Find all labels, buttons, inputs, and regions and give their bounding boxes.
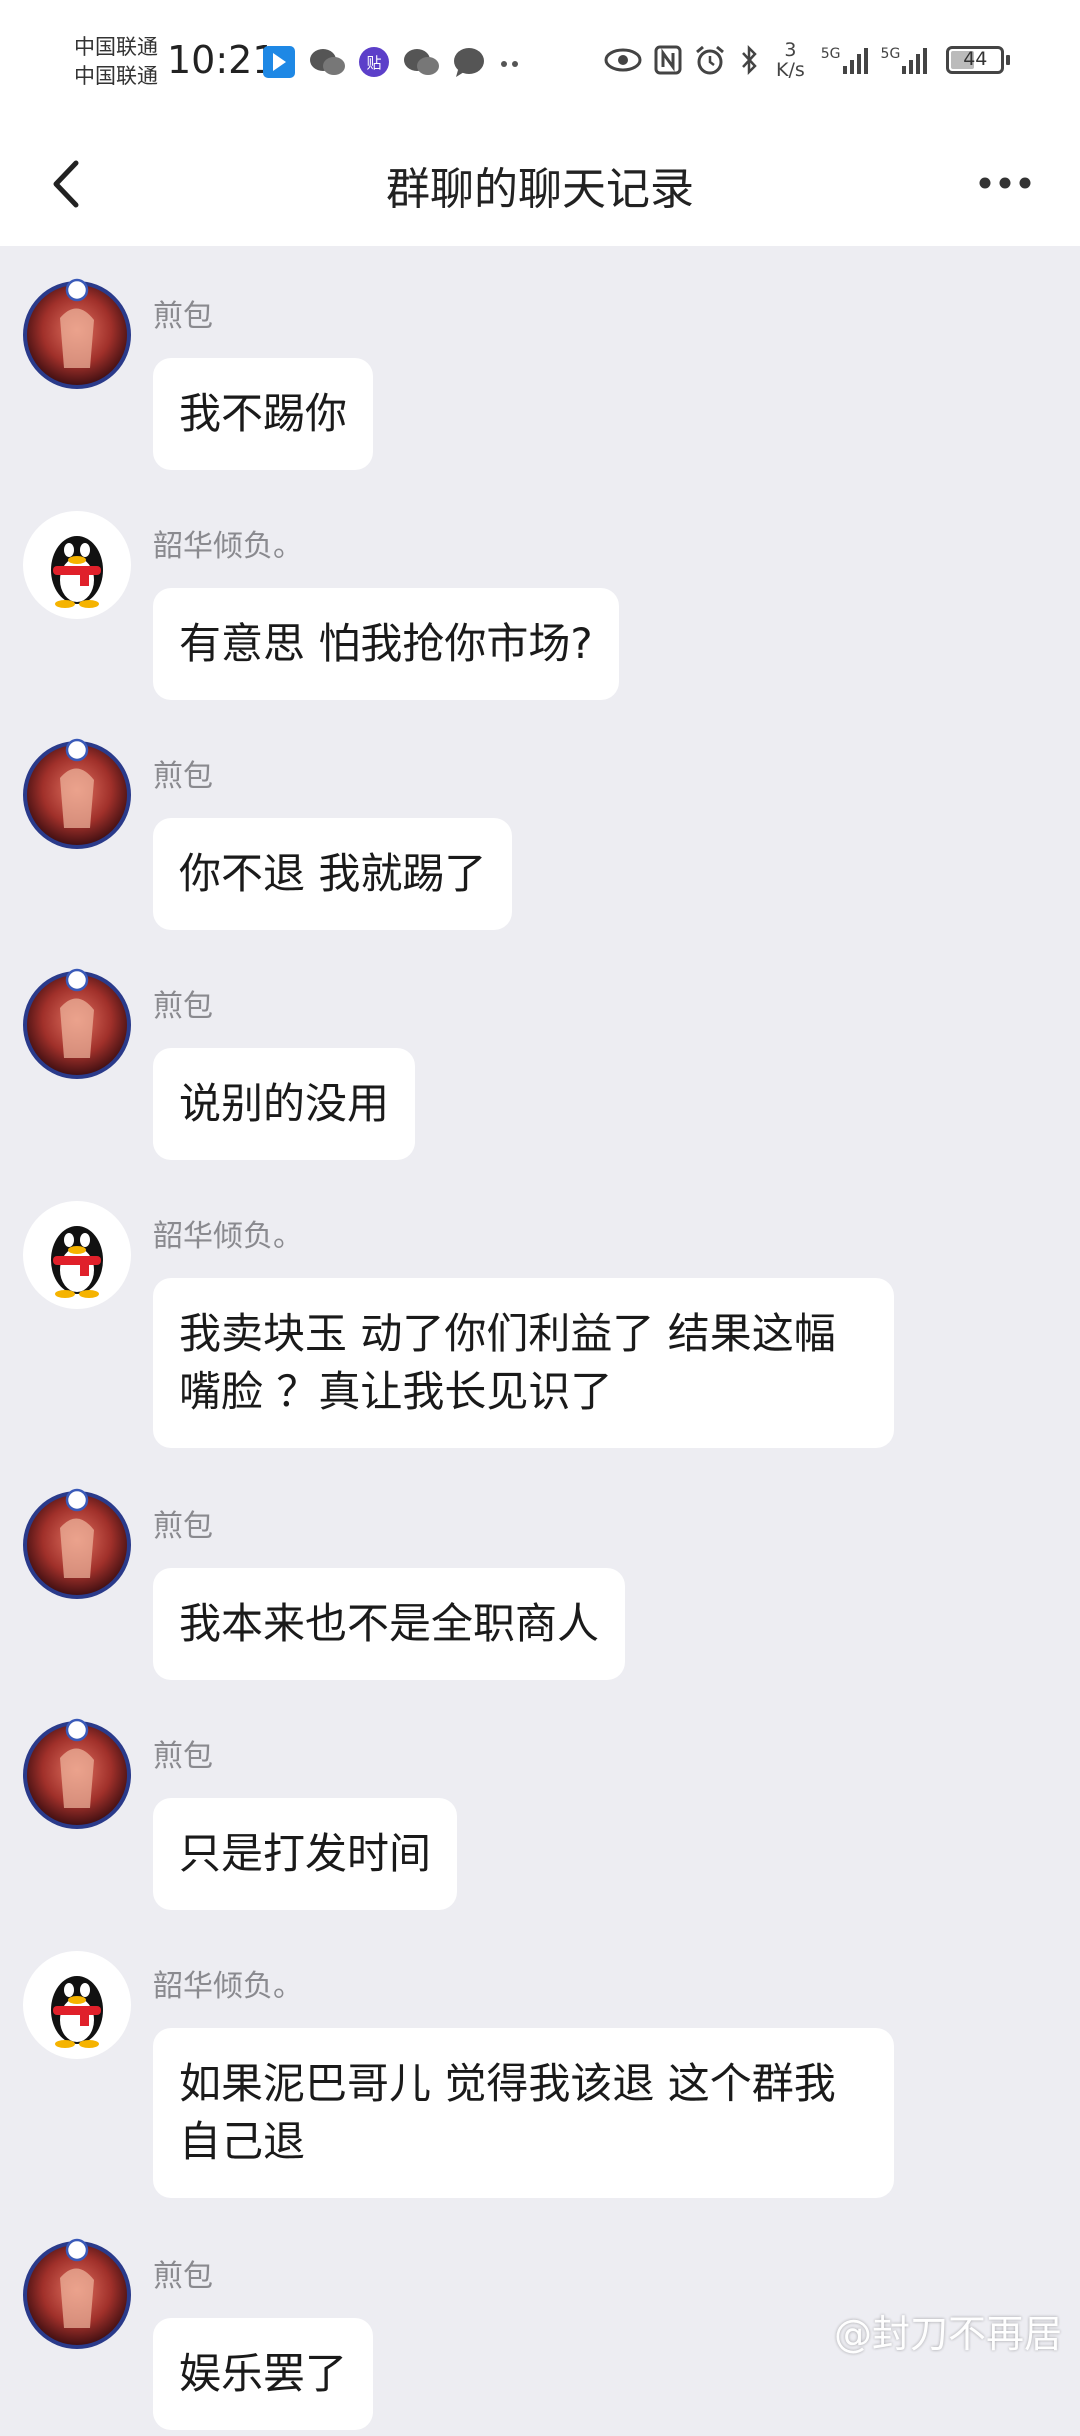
anime-avatar-icon — [23, 1718, 131, 1829]
svg-text:贴: 贴 — [366, 54, 381, 72]
penguin-avatar-icon — [23, 1951, 131, 2059]
message-icon — [454, 48, 484, 77]
nav-bar: 群聊的聊天记录 — [0, 123, 1080, 246]
message-item: 煎包 我不踢你 — [0, 246, 1080, 476]
message-item: 韶华倾负。 如果泥巴哥儿 觉得我该退 这个群我自己退 — [0, 1916, 1080, 2206]
penguin-avatar[interactable] — [20, 1198, 134, 1312]
nfc-icon — [654, 45, 682, 75]
anime-avatar-icon — [23, 2238, 131, 2349]
message-item: 煎包 我本来也不是全职商人 — [0, 1456, 1080, 1686]
anime-avatar-icon — [23, 1488, 131, 1599]
sender-name: 煎包 — [153, 759, 213, 794]
message-item: 煎包 只是打发时间 — [0, 1686, 1080, 1916]
more-options-button[interactable] — [960, 153, 1050, 213]
anime-avatar-icon — [23, 278, 131, 389]
message-item: 韶华倾负。 我卖块玉 动了你们利益了 结果这幅嘴脸 ？真让我长见识了 — [0, 1166, 1080, 1456]
sender-name: 煎包 — [153, 299, 213, 334]
more-notifications-icon — [501, 61, 518, 67]
page-title: 群聊的聊天记录 — [386, 164, 694, 215]
sender-name: 韶华倾负。 — [153, 529, 303, 564]
anime-avatar[interactable] — [20, 1488, 134, 1602]
battery-indicator: 44 — [946, 46, 1011, 74]
signal-2-label: 5G — [880, 46, 901, 62]
message-bubble[interactable]: 说别的没用 — [153, 1048, 416, 1160]
sender-name: 煎包 — [153, 1509, 213, 1544]
map-app-icon — [263, 46, 295, 78]
carrier-1: 中国联通 — [74, 35, 158, 59]
chat-history[interactable]: 煎包 我不踢你 韶华倾负。 有意思 怕我抢你市场? 煎包 你不退 我就踢了 煎包… — [0, 246, 1080, 2436]
tieba-icon: 贴 — [359, 47, 389, 77]
sender-name: 煎包 — [153, 989, 213, 1024]
alarm-icon — [696, 45, 724, 75]
anime-avatar[interactable] — [20, 278, 134, 392]
message-item: 韶华倾负。 有意思 怕我抢你市场? — [0, 476, 1080, 706]
wechat-icon-2 — [404, 49, 439, 75]
network-speed: 3 K/s — [776, 40, 805, 80]
more-dots-icon — [979, 177, 1031, 189]
eye-icon — [604, 48, 642, 72]
bluetooth-icon — [742, 44, 757, 76]
signal-bars-icon — [842, 48, 868, 74]
message-bubble[interactable]: 如果泥巴哥儿 觉得我该退 这个群我自己退 — [153, 2028, 894, 2198]
signal-1-label: 5G — [820, 46, 841, 62]
anime-avatar[interactable] — [20, 2238, 134, 2352]
status-time: 10:21 — [167, 38, 277, 82]
sender-name: 韶华倾负。 — [153, 1219, 303, 1254]
anime-avatar[interactable] — [20, 968, 134, 1082]
speed-unit: K/s — [776, 59, 805, 81]
message-bubble[interactable]: 我本来也不是全职商人 — [153, 1568, 626, 1680]
anime-avatar-icon — [23, 738, 131, 849]
message-bubble[interactable]: 有意思 怕我抢你市场? — [153, 588, 619, 700]
message-bubble[interactable]: 娱乐罢了 — [153, 2318, 374, 2430]
system-icons: 3 K/s 5G 5G 44 — [604, 40, 1011, 80]
signal-1: 5G — [821, 46, 869, 74]
penguin-avatar[interactable] — [20, 1948, 134, 2062]
signal-bars-icon-2 — [902, 48, 928, 74]
message-item: 煎包 你不退 我就踢了 — [0, 706, 1080, 936]
sender-name: 韶华倾负。 — [153, 1969, 303, 2004]
message-bubble[interactable]: 只是打发时间 — [153, 1798, 458, 1910]
penguin-avatar-icon — [23, 1201, 131, 1309]
sender-name: 煎包 — [153, 2259, 213, 2294]
status-bar: 中国联通 中国联通 10:21 贴 3 K/s 5G 5G 44 — [0, 0, 1080, 123]
penguin-avatar[interactable] — [20, 508, 134, 622]
anime-avatar[interactable] — [20, 1718, 134, 1832]
signal-2: 5G — [881, 46, 929, 74]
message-bubble[interactable]: 我卖块玉 动了你们利益了 结果这幅嘴脸 ？真让我长见识了 — [153, 1278, 894, 1448]
battery-tip — [1006, 55, 1011, 65]
penguin-avatar-icon — [23, 511, 131, 619]
anime-avatar-icon — [23, 968, 131, 1079]
watermark: @封刀不再居 — [833, 2312, 1062, 2356]
message-item: 煎包 说别的没用 — [0, 936, 1080, 1166]
carrier-labels: 中国联通 中国联通 — [74, 33, 158, 91]
sender-name: 煎包 — [153, 1739, 213, 1774]
notification-icons: 贴 — [262, 45, 522, 79]
battery-level: 44 — [963, 48, 988, 70]
carrier-2: 中国联通 — [74, 64, 158, 88]
message-bubble[interactable]: 我不踢你 — [153, 358, 374, 470]
speed-value: 3 — [784, 39, 797, 61]
anime-avatar[interactable] — [20, 738, 134, 852]
wechat-icon — [310, 49, 345, 75]
message-bubble[interactable]: 你不退 我就踢了 — [153, 818, 513, 930]
